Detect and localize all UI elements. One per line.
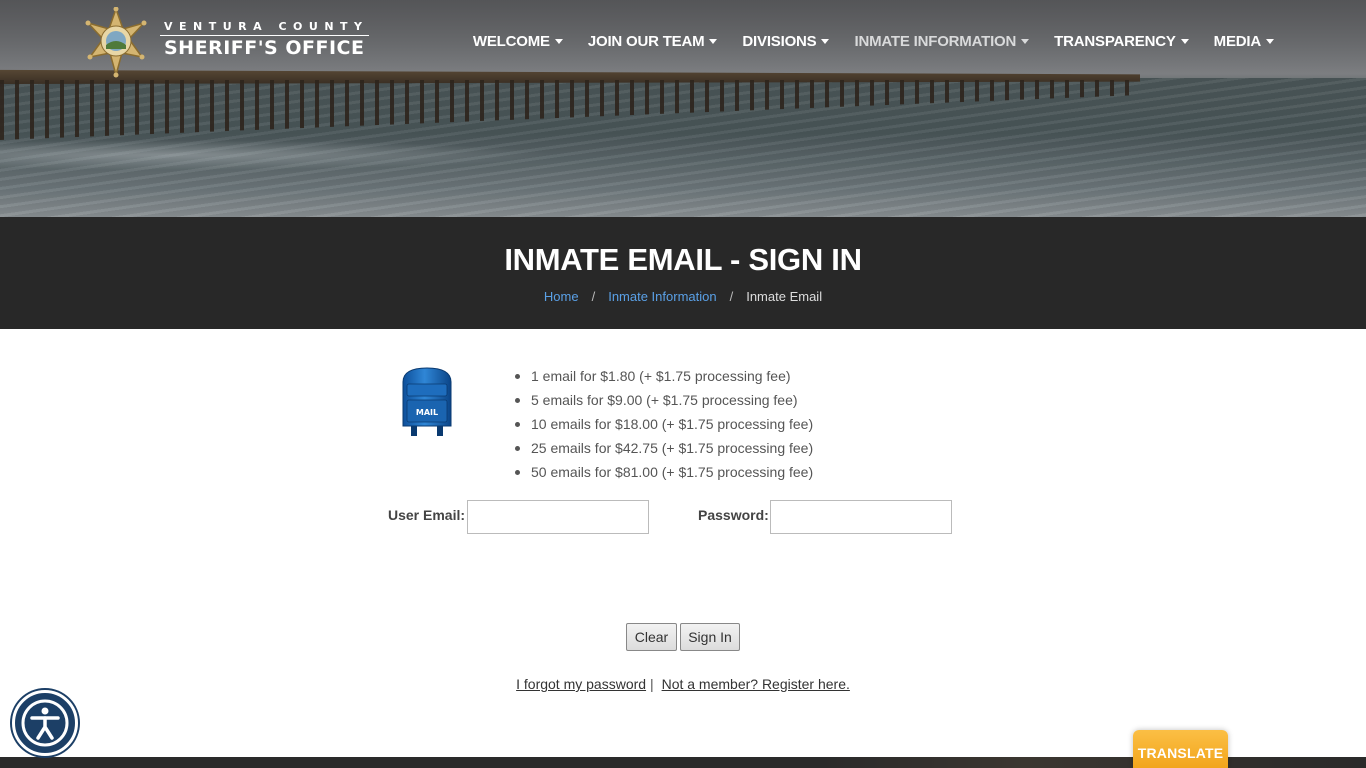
caret-down-icon [1180, 39, 1189, 44]
user-email-field[interactable] [467, 500, 649, 534]
breadcrumb-separator: / [729, 289, 734, 304]
logo-county-text: VENTURA COUNTY [160, 20, 369, 36]
nav-transparency-label: TRANSPARENCY [1054, 33, 1176, 50]
breadcrumb-separator: / [591, 289, 596, 304]
accessibility-button[interactable] [12, 690, 78, 756]
caret-down-icon [554, 39, 563, 44]
breadcrumb-home[interactable]: Home [544, 289, 579, 304]
caret-down-icon [709, 39, 718, 44]
list-item: 50 emails for $81.00 (+ $1.75 processing… [513, 462, 813, 486]
nav-welcome-label: WELCOME [472, 33, 550, 50]
caret-down-icon [1021, 39, 1030, 44]
translate-button[interactable]: TRANSLATE [1133, 730, 1228, 768]
clear-button[interactable]: Clear [626, 623, 677, 651]
nav-media-label: MEDIA [1213, 33, 1262, 50]
main-nav: WELCOME JOIN OUR TEAM DIVISIONS INMATE I… [448, 33, 1274, 50]
forgot-password-link[interactable]: I forgot my password [516, 676, 646, 692]
breadcrumb: Home / Inmate Information / Inmate Email [0, 289, 1366, 304]
nav-join-our-team[interactable]: JOIN OUR TEAM [588, 33, 718, 50]
nav-join-label: JOIN OUR TEAM [587, 33, 705, 50]
mailbox-label: MAIL [416, 408, 438, 417]
register-link[interactable]: Not a member? Register here. [662, 676, 850, 692]
password-label: Password: [698, 507, 769, 523]
nav-divisions-label: DIVISIONS [742, 33, 817, 50]
list-item: 5 emails for $9.00 (+ $1.75 processing f… [513, 390, 813, 414]
page-title: INMATE EMAIL - SIGN IN [504, 242, 862, 277]
nav-transparency[interactable]: TRANSPARENCY [1054, 33, 1189, 50]
user-email-label: User Email: [388, 507, 466, 523]
breadcrumb-current: Inmate Email [746, 289, 823, 304]
pricing-list: 1 email for $1.80 (+ $1.75 processing fe… [513, 366, 813, 486]
accessibility-icon [21, 699, 69, 747]
nav-inmate-label: INMATE INFORMATION [854, 33, 1017, 50]
nav-welcome[interactable]: WELCOME [473, 33, 563, 50]
nav-media[interactable]: MEDIA [1214, 33, 1274, 50]
list-item: 1 email for $1.80 (+ $1.75 processing fe… [513, 366, 813, 390]
nav-inmate-information[interactable]: INMATE INFORMATION [854, 33, 1030, 50]
list-item: 25 emails for $42.75 (+ $1.75 processing… [513, 438, 813, 462]
links-separator: | [650, 676, 654, 692]
list-item: 10 emails for $18.00 (+ $1.75 processing… [513, 414, 813, 438]
sheriff-star-badge-icon [85, 7, 147, 78]
logo-office-text: SHERIFF'S OFFICE [164, 36, 365, 59]
caret-down-icon [821, 39, 830, 44]
breadcrumb-inmate-information[interactable]: Inmate Information [608, 289, 716, 304]
site-logo[interactable]: VENTURA COUNTY SHERIFF'S OFFICE [82, 6, 369, 80]
sign-in-button[interactable]: Sign In [680, 623, 740, 651]
nav-divisions[interactable]: DIVISIONS [742, 33, 830, 50]
mailbox-icon: MAIL [402, 367, 452, 436]
hero-foam [0, 140, 560, 170]
caret-down-icon [1266, 39, 1274, 44]
page-title-bar: INMATE EMAIL - SIGN IN Home / Inmate Inf… [0, 217, 1366, 329]
password-field[interactable] [770, 500, 952, 534]
account-links: I forgot my password | Not a member? Regi… [0, 676, 1366, 692]
